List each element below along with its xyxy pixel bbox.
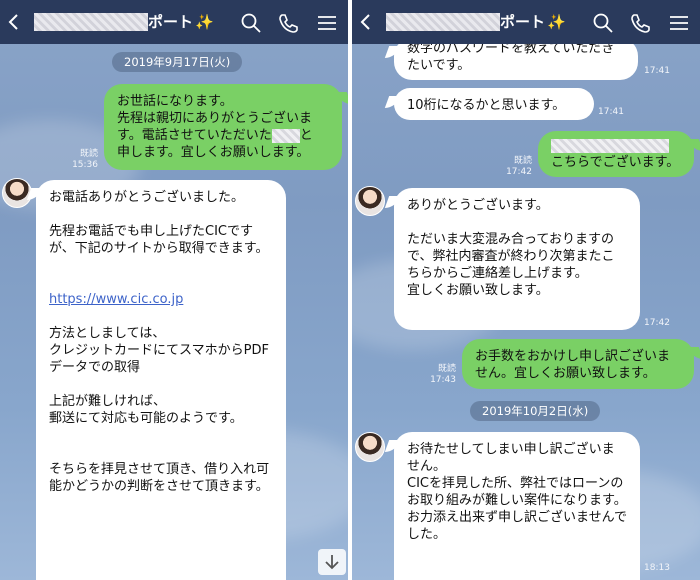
message-text: こちらでございます。 [551, 155, 680, 170]
message-time: 17:41 [598, 107, 624, 117]
chat-title[interactable]: ポート ✨ [148, 11, 214, 32]
date-separator: 2019年10月2日(水) [470, 401, 601, 421]
chat-title-text: ポート [500, 13, 546, 31]
message-bubble-incoming[interactable]: お電話ありがとうございました。 先程お電話でも申し上げたCICですが、下記のサイ… [36, 180, 286, 580]
arrow-down-icon [325, 555, 339, 570]
message-time: 17:42 [506, 167, 532, 177]
avatar[interactable] [355, 186, 385, 216]
sparkle-icon: ✨ [195, 13, 214, 31]
message-text: お待たせしてしまい申し訳ございません。 CICを拝見した所、弊社ではローンのお取… [407, 442, 627, 542]
read-receipt: 既読 [437, 364, 456, 374]
read-receipt: 既読 [79, 149, 98, 159]
chat-title[interactable]: ポート ✨ [500, 11, 566, 32]
redacted-name [271, 128, 300, 143]
back-icon[interactable] [6, 13, 22, 31]
phone-icon[interactable] [277, 12, 299, 34]
message-text: 方法としましては、 クレジットカードにてスマホからPDFデータでの取得 上記が難… [49, 326, 270, 494]
avatar[interactable] [2, 178, 32, 208]
chat-header: ポート ✨ [0, 0, 348, 44]
date-separator: 2019年9月17日(火) [112, 52, 243, 72]
menu-icon[interactable] [668, 12, 690, 34]
avatar[interactable] [355, 432, 385, 462]
message-time: 17:42 [644, 318, 670, 328]
message-meta: 既読 15:36 [66, 149, 98, 171]
message-bubble-outgoing[interactable]: お手数をおかけし申し訳ございません。宜しくお願い致します。 [462, 339, 694, 389]
message-text: 数字のパスワードを教えていただきたいです。 [407, 41, 615, 73]
message-time: 18:13 [644, 563, 670, 573]
chat-title-text: ポート [148, 13, 194, 31]
message-text: お電話ありがとうございました。 先程お電話でも申し上げたCICですが、下記のサイ… [49, 190, 269, 256]
chat-header: ポート ✨ [352, 0, 700, 44]
message-bubble-incoming[interactable]: ありがとうございます。 ただいま大変混み合っておりますので、弊社内審査が終わり次… [394, 188, 640, 330]
scroll-down-button[interactable] [318, 549, 346, 575]
message-bubble-incoming[interactable]: お待たせしてしまい申し訳ございません。 CICを拝見した所、弊社ではローンのお取… [394, 432, 640, 580]
phone-icon[interactable] [629, 12, 651, 34]
redacted-chat-name [386, 13, 500, 31]
message-meta: 既読 17:43 [424, 364, 456, 386]
message-text: お手数をおかけし申し訳ございません。宜しくお願い致します。 [475, 349, 671, 381]
back-icon[interactable] [358, 13, 374, 31]
search-icon[interactable] [592, 12, 614, 34]
chat-panel-left: ポート ✨ 2019年9月17日(火) 既読 15:36 お世話になります。 先程… [0, 0, 348, 580]
message-bubble-incoming[interactable]: 数字のパスワードを教えていただきたいです。 [394, 38, 638, 80]
cic-link[interactable]: https://www.cic.co.jp [49, 292, 183, 307]
redacted-chat-name [34, 13, 148, 31]
message-bubble-outgoing[interactable]: お世話になります。 先程は親切にありがとうございます。電話させていただいたと 申… [104, 84, 342, 170]
message-time: 17:43 [430, 375, 456, 385]
message-meta: 既読 17:42 [502, 156, 532, 178]
message-text: 10桁になるかと思います。 [407, 98, 566, 113]
message-time: 15:36 [72, 160, 98, 170]
sparkle-icon: ✨ [547, 13, 566, 31]
read-receipt: 既読 [513, 156, 532, 166]
message-text: ありがとうございます。 ただいま大変混み合っておりますので、弊社内審査が終わり次… [407, 198, 615, 298]
redacted-text [551, 138, 669, 153]
message-bubble-outgoing[interactable]: こちらでございます。 [538, 131, 694, 177]
search-icon[interactable] [240, 12, 262, 34]
message-bubble-incoming[interactable]: 10桁になるかと思います。 [394, 88, 594, 120]
chat-panel-right: 数字のパスワードを教えていただきたいです。 17:41 10桁になるかと思います… [352, 0, 700, 580]
menu-icon[interactable] [316, 12, 338, 34]
message-time: 17:41 [644, 66, 670, 76]
